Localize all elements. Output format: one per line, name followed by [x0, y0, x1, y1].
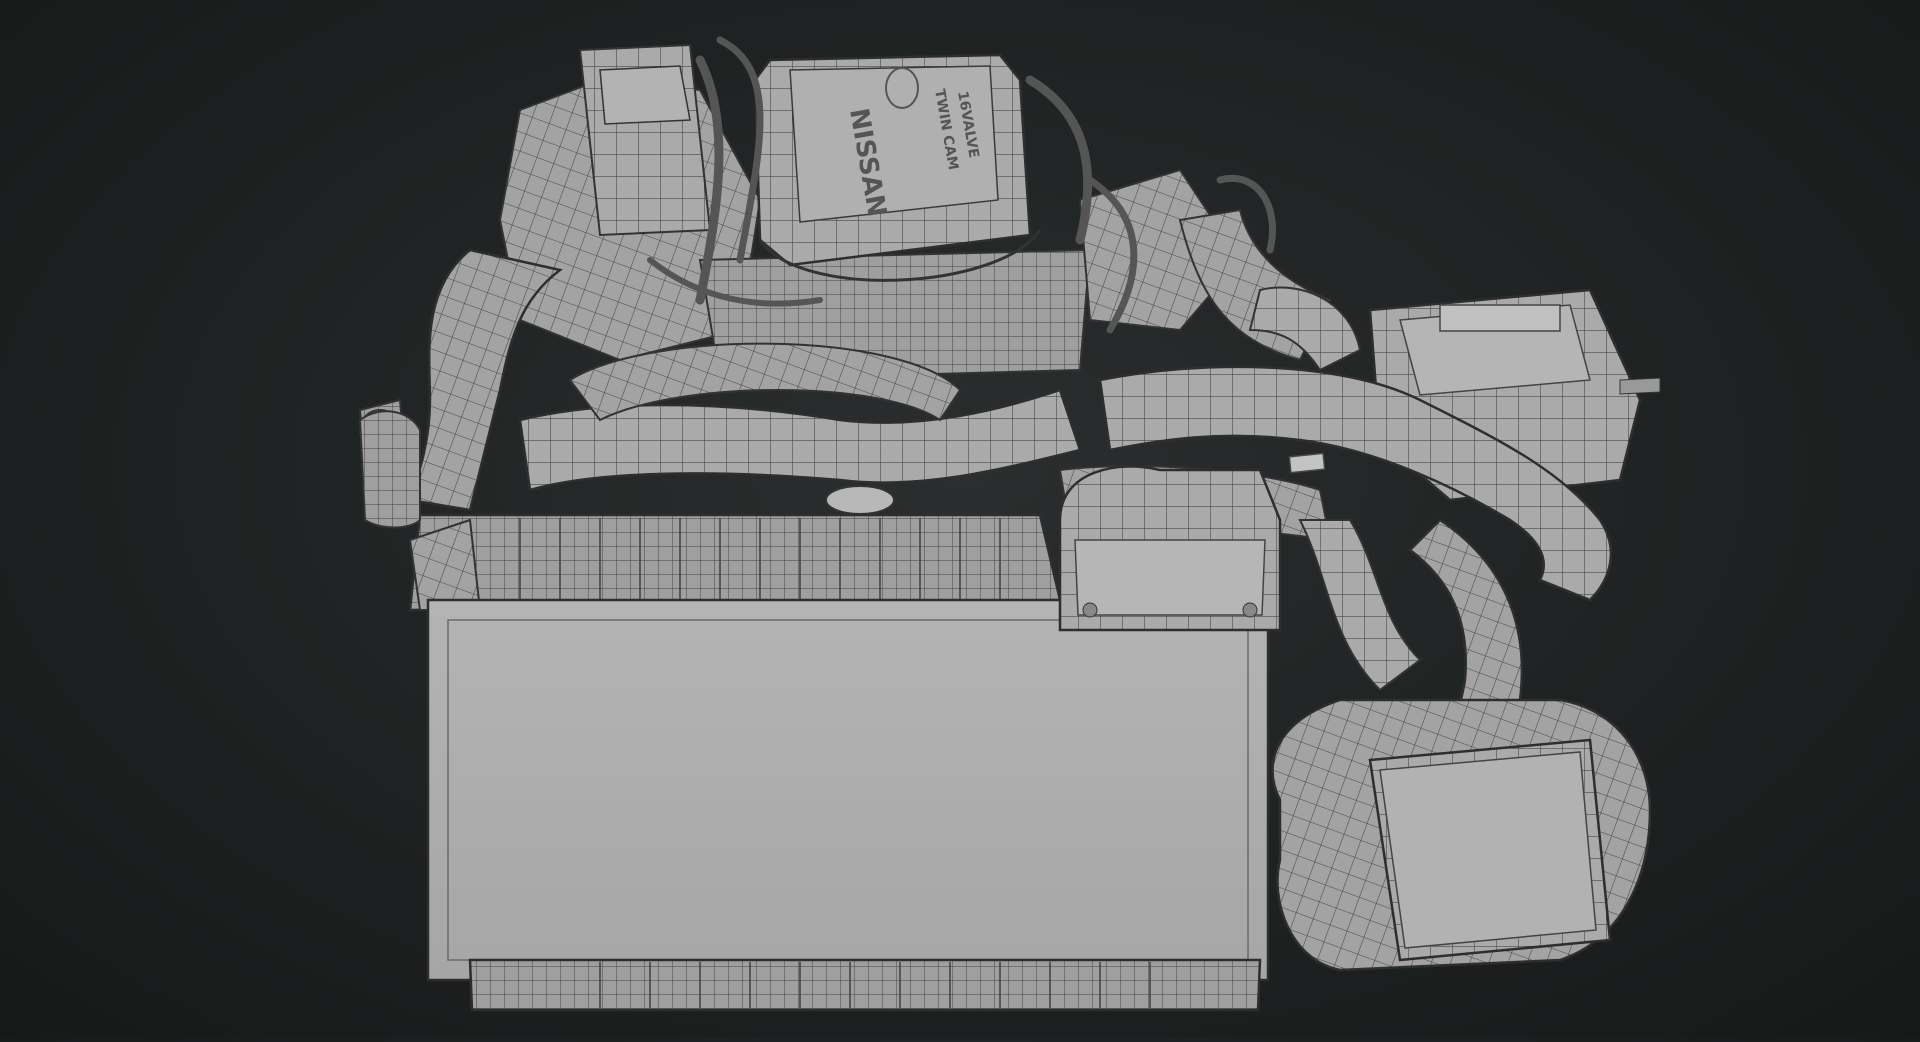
coolant-reservoir — [358, 410, 421, 529]
valve-cover: NISSAN TWIN CAM 16VALVE — [753, 53, 1042, 282]
engine-render: NISSAN TWIN CAM 16VALVE — [358, 36, 1661, 1012]
filter-canister — [1271, 698, 1652, 972]
render-viewport: NISSAN TWIN CAM 16VALVE — [0, 0, 1920, 1038]
intercooler-inlet — [1058, 465, 1282, 632]
